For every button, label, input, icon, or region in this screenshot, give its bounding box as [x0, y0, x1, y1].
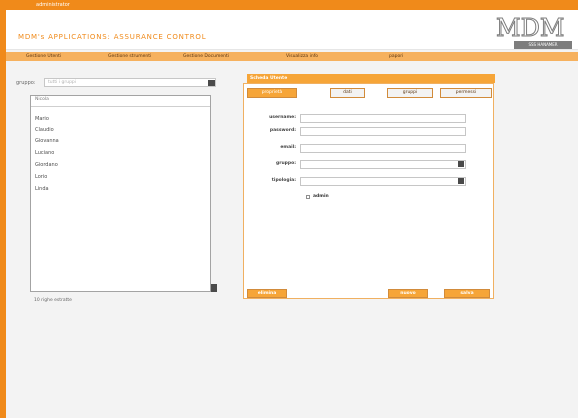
tab-gruppi[interactable]: gruppi [387, 88, 433, 98]
record-count: 10 righe estratte [34, 298, 72, 303]
nav-item-gestione-documenti[interactable]: Gestione Documenti [183, 52, 229, 61]
password-label: password: [269, 128, 296, 133]
username-label: username: [269, 115, 296, 120]
list-item[interactable]: Mario [35, 116, 49, 122]
gruppo-filter-label: gruppo: [16, 80, 36, 86]
username-field[interactable] [300, 114, 466, 123]
list-item[interactable]: Giovanna [35, 138, 59, 144]
admin-checkbox[interactable] [306, 195, 310, 199]
nav-item-gestione-strumenti[interactable]: Gestione strumenti [108, 52, 151, 61]
gruppo-select[interactable] [300, 160, 466, 169]
form-title: Scheda Utente [250, 76, 288, 81]
logo-text: MDM [496, 14, 564, 42]
tab-permessi[interactable]: permessi [440, 88, 492, 98]
gruppo-label: gruppo: [276, 161, 296, 166]
nav-item-gestione-utenti[interactable]: Gestione Utenti [26, 52, 61, 61]
gruppo-filter-value: tutti i gruppi [48, 80, 77, 85]
list-item[interactable]: Giordano [35, 162, 58, 168]
email-field[interactable] [300, 144, 466, 153]
page-header [6, 10, 578, 50]
tab-dati[interactable]: dati [330, 88, 365, 98]
tipologia-label: tipologia: [271, 178, 296, 183]
chevron-down-icon[interactable] [458, 178, 464, 184]
admin-label: admin [313, 194, 329, 199]
logo-sub: SSS HANAMER [514, 41, 572, 49]
chevron-down-icon[interactable] [458, 161, 464, 167]
top-bar [0, 0, 578, 10]
list-item[interactable]: Claudio [35, 127, 54, 133]
logo: MDM [496, 14, 565, 43]
user-list[interactable] [30, 95, 211, 292]
nuovo-button[interactable]: nuovo [388, 289, 428, 298]
user-list-header-text: Nicola [35, 97, 49, 102]
chevron-down-icon[interactable] [208, 80, 215, 86]
app-title: MDM's APPLICATIONS: ASSURANCE CONTROL [18, 33, 207, 41]
nav-item-papori[interactable]: papori [389, 52, 403, 61]
top-bar-text: administrator [36, 2, 70, 8]
salva-button[interactable]: salva [444, 289, 490, 298]
window-left-edge [0, 0, 6, 418]
nav-item-visualizza-info[interactable]: Visualizza info [286, 52, 318, 61]
tab-proprieta[interactable]: proprietà [247, 88, 297, 98]
list-item[interactable]: Linda [35, 186, 49, 192]
elimina-button[interactable]: elimina [247, 289, 287, 298]
list-item[interactable]: Lorio [35, 174, 47, 180]
password-field[interactable] [300, 127, 466, 136]
tipologia-select[interactable] [300, 177, 466, 186]
email-label: email: [280, 145, 296, 150]
window-right-edge [578, 0, 588, 418]
list-item[interactable]: Luciano [35, 150, 54, 156]
user-list-header [31, 96, 210, 107]
list-scroll-arrow-icon[interactable] [211, 284, 217, 292]
